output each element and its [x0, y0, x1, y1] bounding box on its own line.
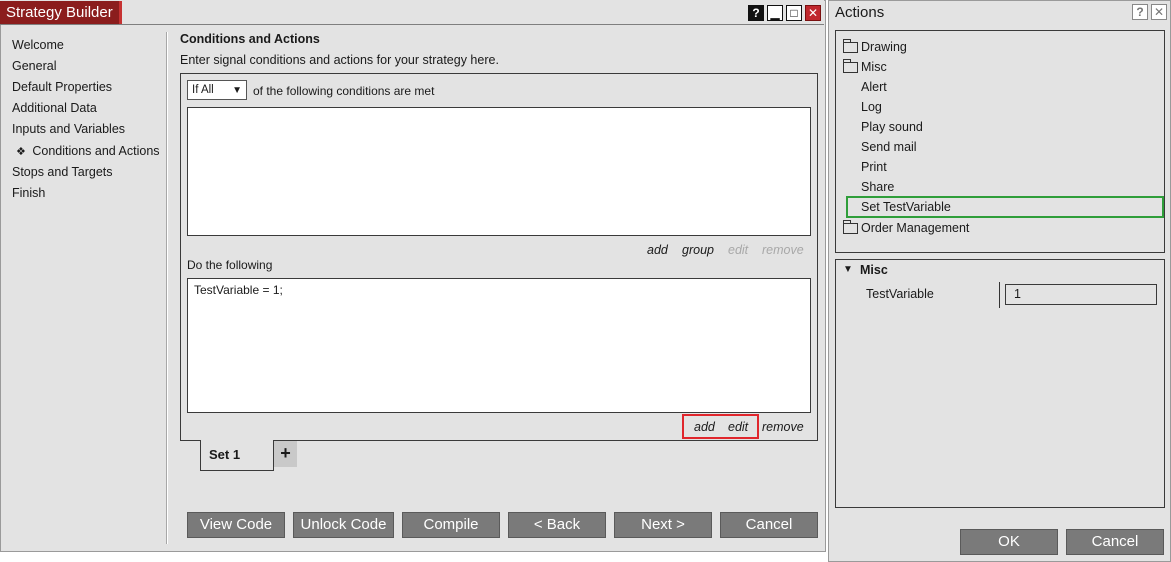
- cancel-button[interactable]: Cancel: [720, 512, 818, 538]
- edit-action-link[interactable]: edit: [728, 420, 748, 434]
- remove-condition-link[interactable]: remove: [762, 243, 804, 257]
- cancel-button[interactable]: Cancel: [1066, 529, 1164, 555]
- tree-item-share[interactable]: Share: [861, 178, 894, 196]
- condition-mode-suffix: of the following conditions are met: [253, 84, 435, 98]
- wizard-nav: Welcome General Default Properties Addit…: [12, 37, 162, 206]
- section-description: Enter signal conditions and actions for …: [180, 53, 499, 67]
- actions-label: Do the following: [187, 258, 273, 272]
- condition-mode-value: If All: [192, 84, 214, 96]
- close-icon[interactable]: ✕: [1151, 4, 1167, 20]
- tree-folder-misc[interactable]: Misc: [861, 58, 887, 76]
- close-icon[interactable]: ✕: [805, 5, 821, 21]
- folder-icon: [843, 220, 858, 234]
- nav-item-label: Inputs and Variables: [12, 122, 126, 136]
- property-category: Misc: [860, 263, 888, 277]
- condition-mode-select[interactable]: If All ▼: [187, 80, 247, 100]
- tree-item-alert[interactable]: Alert: [861, 78, 887, 96]
- tree-item-print[interactable]: Print: [861, 158, 887, 176]
- nav-item-default-properties[interactable]: Default Properties: [12, 79, 162, 100]
- nav-item-label: Additional Data: [12, 101, 97, 115]
- view-code-button[interactable]: View Code: [187, 512, 285, 538]
- property-name: TestVariable: [866, 287, 934, 301]
- conditions-list[interactable]: [187, 107, 811, 236]
- nav-item-label: General: [12, 59, 57, 73]
- nav-item-stops-and-targets[interactable]: Stops and Targets: [12, 164, 162, 185]
- folder-icon: [843, 39, 858, 53]
- help-icon[interactable]: ?: [1132, 4, 1148, 20]
- remove-action-link[interactable]: remove: [762, 420, 804, 434]
- section-title: Conditions and Actions: [180, 32, 320, 46]
- unlock-code-button[interactable]: Unlock Code: [293, 512, 394, 538]
- tab-set-1[interactable]: Set 1: [200, 440, 274, 471]
- nav-item-label: Conditions and Actions: [32, 144, 160, 158]
- maximize-icon[interactable]: □: [786, 5, 802, 21]
- property-divider: [999, 282, 1000, 308]
- back-button[interactable]: < Back: [508, 512, 606, 538]
- actions-list[interactable]: [187, 278, 811, 413]
- group-condition-link[interactable]: group: [682, 243, 714, 257]
- chevron-down-icon: ▼: [232, 85, 242, 96]
- nav-item-conditions-and-actions[interactable]: ❖ Conditions and Actions: [12, 142, 162, 164]
- ok-button[interactable]: OK: [960, 529, 1058, 555]
- window-title: Actions: [835, 4, 885, 21]
- tree-folder-order-management[interactable]: Order Management: [861, 219, 969, 237]
- collapse-triangle-icon[interactable]: ▼: [843, 261, 853, 279]
- nav-item-finish[interactable]: Finish: [12, 185, 162, 206]
- strategy-builder-titlebar: Strategy Builder ? ▁ □ ✕: [0, 0, 824, 25]
- folder-open-icon: [843, 59, 858, 73]
- add-set-button[interactable]: +: [274, 441, 297, 467]
- help-icon[interactable]: ?: [748, 5, 764, 21]
- nav-item-label: Finish: [12, 186, 46, 200]
- add-condition-link[interactable]: add: [647, 243, 668, 257]
- tree-item-set-testvariable[interactable]: Set TestVariable: [861, 198, 951, 216]
- add-action-link[interactable]: add: [694, 420, 715, 434]
- edit-condition-link[interactable]: edit: [728, 243, 748, 257]
- tab-label: Set 1: [209, 447, 241, 462]
- nav-divider: [166, 32, 168, 544]
- nav-item-label: Welcome: [12, 38, 64, 52]
- tree-item-play-sound[interactable]: Play sound: [861, 118, 923, 136]
- next-button[interactable]: Next >: [614, 512, 712, 538]
- nav-item-inputs-and-variables[interactable]: Inputs and Variables: [12, 121, 162, 142]
- tree-item-log[interactable]: Log: [861, 98, 882, 116]
- nav-item-label: Default Properties: [12, 80, 113, 94]
- nav-item-label: Stops and Targets: [12, 165, 113, 179]
- property-value-input[interactable]: 1: [1005, 284, 1157, 305]
- minimize-icon[interactable]: ▁: [767, 5, 783, 21]
- window-title: Strategy Builder: [0, 1, 122, 24]
- tree-item-send-mail[interactable]: Send mail: [861, 138, 917, 156]
- nav-item-additional-data[interactable]: Additional Data: [12, 100, 162, 121]
- active-marker-icon: ❖: [16, 146, 26, 158]
- action-item[interactable]: TestVariable = 1;: [194, 283, 283, 297]
- tree-folder-drawing[interactable]: Drawing: [861, 38, 907, 56]
- nav-item-general[interactable]: General: [12, 58, 162, 79]
- compile-button[interactable]: Compile: [402, 512, 500, 538]
- nav-item-welcome[interactable]: Welcome: [12, 37, 162, 58]
